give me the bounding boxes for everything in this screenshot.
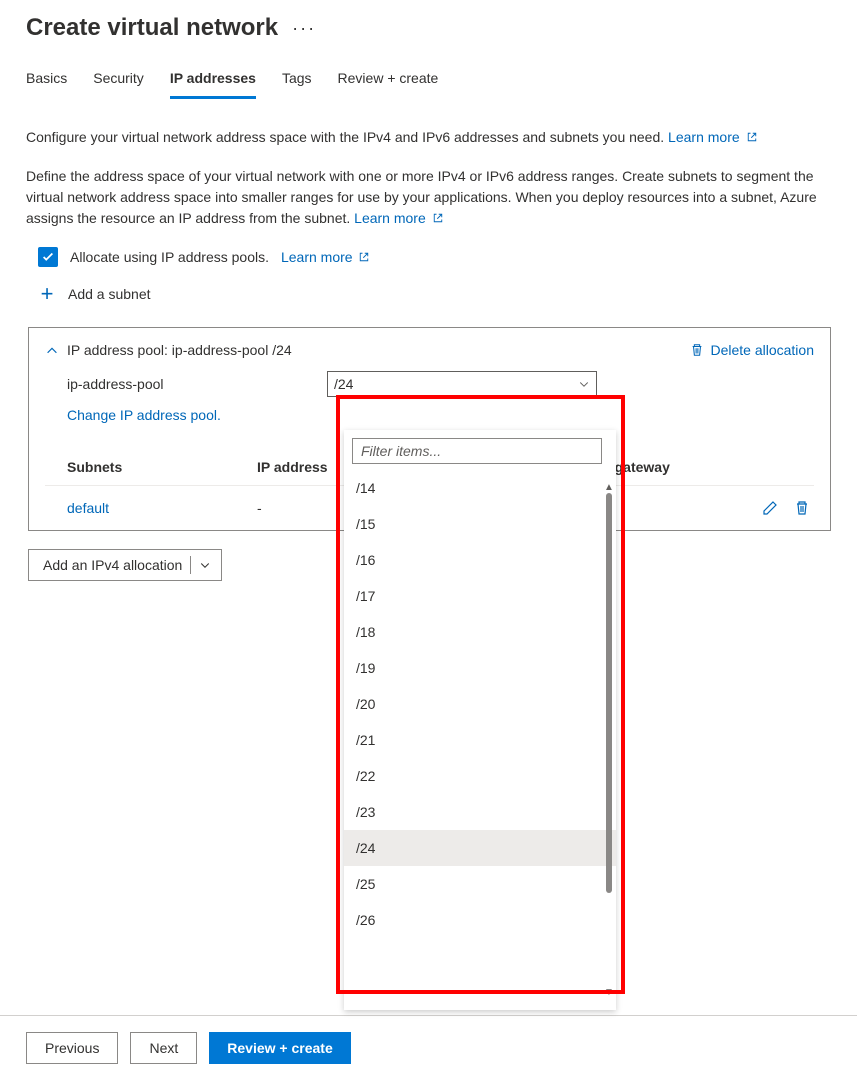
dropdown-option[interactable]: /18 [344, 614, 616, 650]
cidr-select[interactable]: /24 [327, 371, 597, 397]
dropdown-option[interactable]: /25 [344, 866, 616, 902]
allocate-pools-label: Allocate using IP address pools. [70, 249, 269, 265]
external-link-icon [358, 250, 370, 262]
change-pool-link[interactable]: Change IP address pool. [67, 407, 221, 423]
dropdown-filter-input[interactable]: Filter items... [352, 438, 602, 464]
dropdown-option[interactable]: /16 [344, 542, 616, 578]
dropdown-option[interactable]: /21 [344, 722, 616, 758]
separator [190, 556, 191, 574]
dropdown-option[interactable]: /22 [344, 758, 616, 794]
cidr-dropdown-panel: Filter items... /14/15/16/17/18/19/20/21… [344, 430, 616, 1010]
edit-subnet-button[interactable] [762, 500, 778, 516]
learn-more-label-2: Learn more [354, 210, 426, 226]
dropdown-option[interactable]: /24 [344, 830, 616, 866]
delete-allocation-label: Delete allocation [710, 342, 814, 358]
external-link-icon [432, 209, 444, 221]
learn-more-label: Learn more [668, 129, 740, 145]
check-icon [41, 250, 55, 264]
add-alloc-label: Add an IPv4 allocation [43, 557, 182, 573]
learn-more-link-1[interactable]: Learn more [668, 129, 757, 145]
pool-name: ip-address-pool [45, 376, 327, 392]
subnet-name-link[interactable]: default [67, 500, 257, 516]
learn-more-link-2[interactable]: Learn more [354, 210, 443, 226]
plus-icon: + [38, 285, 56, 303]
collapse-icon[interactable] [45, 344, 61, 361]
tab-tags[interactable]: Tags [282, 70, 312, 99]
dropdown-filter-placeholder: Filter items... [361, 443, 441, 459]
allocate-pools-checkbox[interactable] [38, 247, 58, 267]
add-ipv4-allocation-button[interactable]: Add an IPv4 allocation [28, 549, 222, 581]
external-link-icon [746, 128, 758, 140]
add-subnet-button[interactable]: + Add a subnet [38, 285, 831, 303]
scroll-thumb[interactable] [606, 493, 612, 893]
column-subnets: Subnets [67, 459, 257, 475]
define-text: Define the address space of your virtual… [26, 166, 831, 229]
intro-text: Configure your virtual network address s… [26, 127, 831, 148]
trash-icon [690, 343, 704, 357]
tab-ip-addresses[interactable]: IP addresses [170, 70, 256, 99]
page-title: Create virtual network [26, 14, 278, 42]
dropdown-list: /14/15/16/17/18/19/20/21/22/23/24/25/26 … [344, 470, 616, 1010]
next-button[interactable]: Next [130, 1032, 197, 1064]
intro-span: Configure your virtual network address s… [26, 129, 664, 145]
delete-allocation-button[interactable]: Delete allocation [690, 342, 814, 358]
tab-basics[interactable]: Basics [26, 70, 67, 99]
more-actions-icon[interactable]: ··· [292, 18, 316, 39]
dropdown-option[interactable]: /20 [344, 686, 616, 722]
scrollbar[interactable]: ▲ ▼ [604, 482, 614, 998]
dropdown-option[interactable]: /19 [344, 650, 616, 686]
dropdown-option[interactable]: /17 [344, 578, 616, 614]
dropdown-option[interactable]: /26 [344, 902, 616, 938]
wizard-footer: Previous Next Review + create [0, 1015, 857, 1080]
add-subnet-label: Add a subnet [68, 286, 151, 302]
delete-subnet-button[interactable] [794, 500, 810, 516]
tab-review-create[interactable]: Review + create [338, 70, 439, 99]
tab-strip: Basics Security IP addresses Tags Review… [26, 70, 831, 99]
learn-more-link-3[interactable]: Learn more [281, 249, 370, 265]
previous-button[interactable]: Previous [26, 1032, 118, 1064]
cidr-selected-value: /24 [334, 376, 353, 392]
pool-title: IP address pool: ip-address-pool /24 [67, 342, 690, 358]
chevron-down-icon [578, 378, 590, 390]
chevron-down-icon [199, 559, 211, 571]
scroll-down-arrow[interactable]: ▼ [604, 987, 614, 998]
scroll-up-arrow[interactable]: ▲ [604, 482, 614, 493]
column-nat-gateway: NAT gateway [583, 459, 814, 475]
dropdown-option[interactable]: /14 [344, 470, 616, 506]
tab-security[interactable]: Security [93, 70, 144, 99]
dropdown-option[interactable]: /23 [344, 794, 616, 830]
dropdown-option[interactable]: /15 [344, 506, 616, 542]
learn-more-label-3: Learn more [281, 249, 353, 265]
review-create-button[interactable]: Review + create [209, 1032, 350, 1064]
